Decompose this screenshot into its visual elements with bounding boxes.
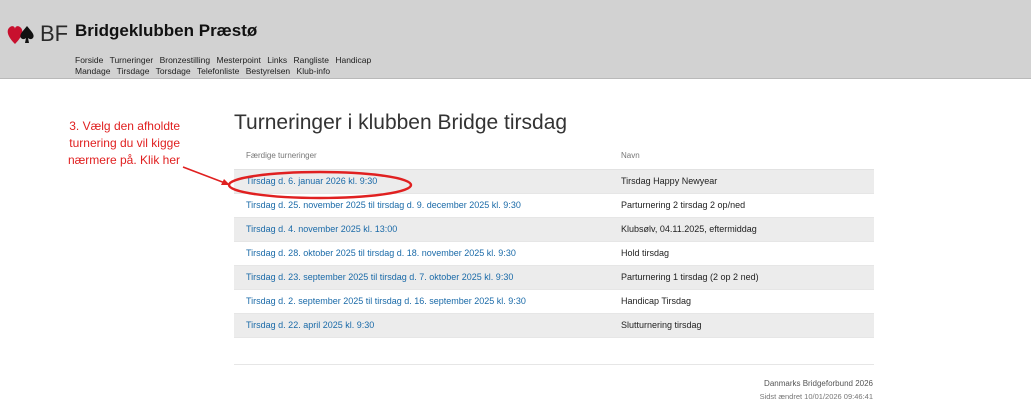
tournament-name: Klubsølv, 04.11.2025, eftermiddag: [621, 224, 757, 234]
nav-mandage[interactable]: Mandage: [75, 66, 110, 76]
nav-klub-info[interactable]: Klub-info: [297, 66, 331, 76]
tournament-name: Tirsdag Happy Newyear: [621, 176, 718, 186]
annotation-line: nærmere på. Klik her: [67, 153, 180, 167]
nav-tirsdage[interactable]: Tirsdage: [117, 66, 150, 76]
nav-row-2: Mandage Tirsdage Torsdage Telefonliste B…: [75, 66, 375, 77]
nav-rangliste[interactable]: Rangliste: [294, 55, 329, 65]
table-row: Tirsdag d. 25. november 2025 til tirsdag…: [234, 194, 874, 218]
table-row: Tirsdag d. 4. november 2025 kl. 13:00 Kl…: [234, 218, 874, 242]
tournament-name: Handicap Tirsdag: [621, 296, 692, 306]
table-header: Færdige turneringer Navn: [234, 143, 874, 170]
page-title: Turneringer i klubben Bridge tirsdag: [234, 111, 568, 134]
table-row: Tirsdag d. 23. september 2025 til tirsda…: [234, 266, 874, 290]
tournament-link[interactable]: Tirsdag d. 2. september 2025 til tirsdag…: [246, 296, 526, 306]
column-header-finished: Færdige turneringer: [246, 151, 317, 160]
nav-handicap[interactable]: Handicap: [335, 55, 371, 65]
table-row: Tirsdag d. 2. september 2025 til tirsdag…: [234, 290, 874, 314]
tournament-table: Færdige turneringer Navn Tirsdag d. 6. j…: [234, 143, 874, 338]
column-header-name: Navn: [621, 151, 640, 160]
club-title: Bridgeklubben Præstø: [75, 21, 258, 40]
tournament-link[interactable]: Tirsdag d. 6. januar 2026 kl. 9:30: [246, 176, 377, 186]
annotation-arrow-head: [221, 179, 230, 185]
tournament-link[interactable]: Tirsdag d. 4. november 2025 kl. 13:00: [246, 224, 397, 234]
nav-links[interactable]: Links: [267, 55, 287, 65]
table-row: Tirsdag d. 28. oktober 2025 til tirsdag …: [234, 242, 874, 266]
nav-bronzestilling[interactable]: Bronzestilling: [160, 55, 211, 65]
header-bar: BF Bridgeklubben Præstø Forside Turnerin…: [0, 0, 1031, 79]
nav-mesterpoint[interactable]: Mesterpoint: [217, 55, 261, 65]
tournament-link[interactable]: Tirsdag d. 23. september 2025 til tirsda…: [246, 272, 513, 282]
tournament-link[interactable]: Tirsdag d. 25. november 2025 til tirsdag…: [246, 200, 521, 210]
annotation-arrow-line: [182, 166, 226, 184]
nav-bestyrelsen[interactable]: Bestyrelsen: [246, 66, 290, 76]
instruction-annotation: 3. Vælg den afholdte turnering du vil ki…: [10, 118, 180, 169]
tournament-link[interactable]: Tirsdag d. 28. oktober 2025 til tirsdag …: [246, 248, 516, 258]
table-bottom-divider: [234, 364, 874, 365]
table-row: Tirsdag d. 6. januar 2026 kl. 9:30 Tirsd…: [234, 170, 874, 194]
tournament-name: Hold tirsdag: [621, 248, 670, 258]
table-row: Tirsdag d. 22. april 2025 kl. 9:30 Slutt…: [234, 314, 874, 338]
nav-turneringer[interactable]: Turneringer: [110, 55, 154, 65]
tournament-link[interactable]: Tirsdag d. 22. april 2025 kl. 9:30: [246, 320, 374, 330]
table-body: Tirsdag d. 6. januar 2026 kl. 9:30 Tirsd…: [234, 170, 874, 338]
tournament-name: Parturnering 1 tirsdag (2 op 2 ned): [621, 272, 759, 282]
nav-forside[interactable]: Forside: [75, 55, 103, 65]
nav-row-1: Forside Turneringer Bronzestilling Meste…: [75, 55, 375, 66]
dbf-logo[interactable]: BF: [6, 20, 68, 48]
tournament-name: Slutturnering tirsdag: [621, 320, 702, 330]
nav-telefonliste[interactable]: Telefonliste: [197, 66, 240, 76]
heart-spade-icon: [7, 26, 34, 44]
main-nav: Forside Turneringer Bronzestilling Meste…: [75, 55, 375, 77]
logo-text: BF: [40, 21, 69, 46]
annotation-line: turnering du vil kigge: [69, 136, 180, 150]
annotation-line: 3. Vælg den afholdte: [69, 119, 180, 133]
tournament-name: Parturnering 2 tirsdag 2 op/ned: [621, 200, 746, 210]
footer-organization: Danmarks Bridgeforbund 2026: [764, 379, 873, 388]
footer-last-updated: Sidst ændret 10/01/2026 09:46:41: [759, 392, 873, 401]
nav-torsdage[interactable]: Torsdage: [156, 66, 191, 76]
